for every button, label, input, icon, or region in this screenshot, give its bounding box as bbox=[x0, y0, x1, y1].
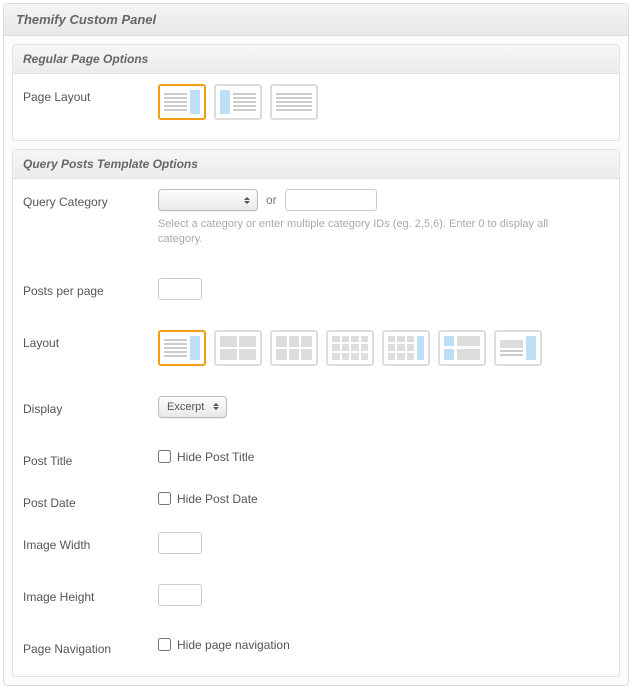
page-layout-picker bbox=[158, 84, 609, 120]
chevron-updown-icon bbox=[241, 197, 253, 204]
hide-post-date-checkbox[interactable] bbox=[158, 492, 171, 505]
posts-per-page-label: Posts per page bbox=[23, 278, 158, 298]
post-title-label: Post Title bbox=[23, 448, 158, 468]
query-layout-list-thumb[interactable] bbox=[438, 330, 486, 366]
query-category-hint: Select a category or enter multiple cate… bbox=[158, 217, 578, 248]
query-layout-grid4-sidebar[interactable] bbox=[382, 330, 430, 366]
query-section-title: Query Posts Template Options bbox=[13, 150, 619, 179]
query-layout-grid4[interactable] bbox=[326, 330, 374, 366]
regular-page-options-section: Regular Page Options Page Layout bbox=[12, 44, 620, 141]
page-layout-option-fullwidth[interactable] bbox=[270, 84, 318, 120]
page-layout-option-sidebar-left[interactable] bbox=[214, 84, 262, 120]
regular-section-title: Regular Page Options bbox=[13, 45, 619, 74]
hide-post-title-label: Hide Post Title bbox=[177, 450, 254, 464]
hide-post-title-checkbox[interactable] bbox=[158, 450, 171, 463]
query-category-ids-input[interactable] bbox=[285, 189, 377, 211]
or-text: or bbox=[266, 193, 277, 207]
image-height-label: Image Height bbox=[23, 584, 158, 604]
query-layout-list-large[interactable] bbox=[494, 330, 542, 366]
query-layout-label: Layout bbox=[23, 330, 158, 350]
hide-post-date-label: Hide Post Date bbox=[177, 492, 258, 506]
hide-page-navigation-label: Hide page navigation bbox=[177, 638, 290, 652]
page-navigation-label: Page Navigation bbox=[23, 636, 158, 656]
query-layout-picker bbox=[158, 330, 609, 366]
image-width-label: Image Width bbox=[23, 532, 158, 552]
query-layout-list-post[interactable] bbox=[158, 330, 206, 366]
display-select[interactable]: Excerpt bbox=[158, 396, 227, 418]
image-height-input[interactable] bbox=[158, 584, 202, 606]
image-width-input[interactable] bbox=[158, 532, 202, 554]
query-layout-grid2[interactable] bbox=[214, 330, 262, 366]
page-layout-option-sidebar-right[interactable] bbox=[158, 84, 206, 120]
themify-custom-panel: Themify Custom Panel Regular Page Option… bbox=[3, 3, 629, 686]
posts-per-page-input[interactable] bbox=[158, 278, 202, 300]
page-layout-label: Page Layout bbox=[23, 84, 158, 104]
chevron-updown-icon bbox=[210, 403, 222, 410]
display-label: Display bbox=[23, 396, 158, 416]
query-category-label: Query Category bbox=[23, 189, 158, 209]
query-posts-section: Query Posts Template Options Query Categ… bbox=[12, 149, 620, 677]
panel-title: Themify Custom Panel bbox=[4, 4, 628, 36]
hide-page-navigation-checkbox[interactable] bbox=[158, 638, 171, 651]
query-layout-grid3[interactable] bbox=[270, 330, 318, 366]
post-date-label: Post Date bbox=[23, 490, 158, 510]
query-category-select[interactable] bbox=[158, 189, 258, 211]
